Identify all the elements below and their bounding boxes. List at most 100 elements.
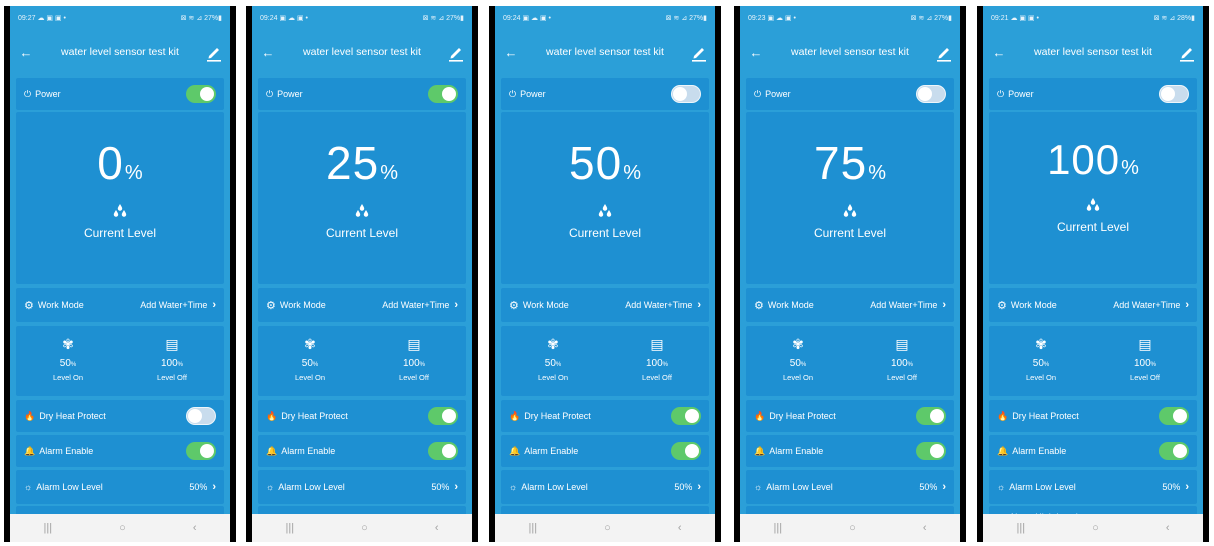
tank-icon: ▤ xyxy=(895,336,909,352)
level-on-setting[interactable]: ✾ 50% Level On xyxy=(746,326,850,396)
app-screen: 09:24 ▣ ☁ ▣ • ⊠ ≋ ⊿ 27%▮ ← water level s… xyxy=(252,6,472,542)
status-indicators: ⊠ ≋ ⊿ 27%▮ xyxy=(910,15,952,22)
dry-heat-toggle[interactable] xyxy=(671,407,701,425)
home-button[interactable]: ○ xyxy=(119,522,126,534)
home-button[interactable]: ○ xyxy=(604,522,611,534)
level-off-label: Level Off xyxy=(642,373,672,382)
chevron-right-icon: › xyxy=(942,481,946,493)
level-on-setting[interactable]: ✾ 50% Level On xyxy=(501,326,605,396)
toggle-knob xyxy=(200,87,214,101)
alarm-low-row[interactable]: ☼ Alarm Low Level 50% › xyxy=(16,470,224,504)
edit-pencil-icon[interactable] xyxy=(936,42,952,62)
level-value: 100 xyxy=(1047,136,1121,183)
status-indicators: ⊠ ≋ ⊿ 27%▮ xyxy=(180,15,222,22)
power-toggle[interactable] xyxy=(1159,85,1189,103)
back-arrow-icon[interactable]: ← xyxy=(991,45,1007,60)
system-back-button[interactable]: ‹ xyxy=(193,522,197,534)
gear-icon: ⚙ xyxy=(266,299,276,312)
dry-heat-toggle[interactable] xyxy=(1159,407,1189,425)
system-back-button[interactable]: ‹ xyxy=(1166,522,1170,534)
toggle-knob xyxy=(685,444,699,458)
level-off-label: Level Off xyxy=(1130,373,1160,382)
chevron-right-icon: › xyxy=(1185,299,1189,311)
home-button[interactable]: ○ xyxy=(849,522,856,534)
system-nav-bar: ||| ○ ‹ xyxy=(10,514,230,542)
back-arrow-icon[interactable]: ← xyxy=(18,45,34,60)
power-row: ⏻ Power xyxy=(258,78,466,110)
system-back-button[interactable]: ‹ xyxy=(435,522,439,534)
power-label: Power xyxy=(1008,89,1034,99)
dry-heat-row: 🔥 Dry Heat Protect xyxy=(16,400,224,432)
level-off-setting[interactable]: ▤ 100% Level Off xyxy=(362,326,466,396)
page-title: water level sensor test kit xyxy=(61,46,179,58)
work-mode-row[interactable]: ⚙ Work Mode Add Water+Time › xyxy=(16,288,224,322)
recents-button[interactable]: ||| xyxy=(774,522,783,534)
alarm-enable-toggle[interactable] xyxy=(428,442,458,460)
alarm-low-row[interactable]: ☼ Alarm Low Level 50% › xyxy=(746,470,954,504)
alarm-enable-toggle[interactable] xyxy=(671,442,701,460)
chevron-right-icon: › xyxy=(212,481,216,493)
system-back-button[interactable]: ‹ xyxy=(678,522,682,534)
edit-pencil-icon[interactable] xyxy=(448,42,464,62)
edit-pencil-icon[interactable] xyxy=(206,42,222,62)
level-on-setting[interactable]: ✾ 50% Level On xyxy=(16,326,120,396)
dry-heat-toggle[interactable] xyxy=(428,407,458,425)
home-button[interactable]: ○ xyxy=(1092,522,1099,534)
level-off-setting[interactable]: ▤ 100% Level Off xyxy=(120,326,224,396)
edit-pencil-icon[interactable] xyxy=(1179,42,1195,62)
level-unit: % xyxy=(868,162,886,184)
alarm-enable-toggle[interactable] xyxy=(916,442,946,460)
back-arrow-icon[interactable]: ← xyxy=(260,45,276,60)
toggle-knob xyxy=(188,408,202,423)
work-mode-row[interactable]: ⚙ Work Mode Add Water+Time › xyxy=(989,288,1197,322)
water-drops-icon xyxy=(113,204,127,217)
recents-button[interactable]: ||| xyxy=(286,522,295,534)
recents-button[interactable]: ||| xyxy=(529,522,538,534)
alarm-low-row[interactable]: ☼ Alarm Low Level 50% › xyxy=(989,470,1197,504)
level-on-unit: % xyxy=(312,362,319,368)
back-arrow-icon[interactable]: ← xyxy=(503,45,519,60)
recents-button[interactable]: ||| xyxy=(1017,522,1026,534)
work-mode-row[interactable]: ⚙ Work Mode Add Water+Time › xyxy=(746,288,954,322)
dry-heat-label: Dry Heat Protect xyxy=(769,411,836,421)
level-off-setting[interactable]: ▤ 100% Level Off xyxy=(1093,326,1197,396)
alarm-low-value: 50% xyxy=(431,482,450,492)
gear-icon: ⚙ xyxy=(24,299,34,312)
level-settings-card: ✾ 50% Level On ▤ 100% Level Off xyxy=(746,326,954,396)
dry-heat-toggle[interactable] xyxy=(186,407,216,425)
edit-pencil-icon[interactable] xyxy=(691,42,707,62)
home-button[interactable]: ○ xyxy=(361,522,368,534)
level-off-unit: % xyxy=(1150,362,1157,368)
level-off-setting[interactable]: ▤ 100% Level Off xyxy=(605,326,709,396)
dry-heat-toggle[interactable] xyxy=(916,407,946,425)
app-screen: 09:21 ☁ ▣ ▣ • ⊠ ≋ ⊿ 28%▮ ← water level s… xyxy=(983,6,1203,542)
alarm-enable-toggle[interactable] xyxy=(1159,442,1189,460)
level-on-setting[interactable]: ✾ 50% Level On xyxy=(258,326,362,396)
flame-icon: 🔥 xyxy=(509,410,521,421)
level-caption: Current Level xyxy=(83,226,157,240)
alarm-low-row[interactable]: ☼ Alarm Low Level 50% › xyxy=(501,470,709,504)
back-arrow-icon[interactable]: ← xyxy=(748,45,764,60)
alarm-low-row[interactable]: ☼ Alarm Low Level 50% › xyxy=(258,470,466,504)
level-settings-card: ✾ 50% Level On ▤ 100% Level Off xyxy=(258,326,466,396)
level-on-unit: % xyxy=(800,362,807,368)
alarm-enable-label: Alarm Enable xyxy=(524,446,579,456)
work-mode-row[interactable]: ⚙ Work Mode Add Water+Time › xyxy=(258,288,466,322)
level-on-label: Level On xyxy=(537,373,569,382)
recents-button[interactable]: ||| xyxy=(44,522,53,534)
status-time: 09:21 ☁ ▣ ▣ • xyxy=(991,15,1039,22)
power-toggle[interactable] xyxy=(916,85,946,103)
level-on-setting[interactable]: ✾ 50% Level On xyxy=(989,326,1093,396)
alarm-enable-row: 🔔 Alarm Enable xyxy=(746,435,954,467)
power-toggle[interactable] xyxy=(671,85,701,103)
alarm-enable-toggle[interactable] xyxy=(186,442,216,460)
dry-heat-row: 🔥 Dry Heat Protect xyxy=(746,400,954,432)
flame-icon: 🔥 xyxy=(266,410,278,421)
system-back-button[interactable]: ‹ xyxy=(923,522,927,534)
page-title: water level sensor test kit xyxy=(1034,46,1152,58)
work-mode-row[interactable]: ⚙ Work Mode Add Water+Time › xyxy=(501,288,709,322)
power-toggle[interactable] xyxy=(186,85,216,103)
level-off-setting[interactable]: ▤ 100% Level Off xyxy=(850,326,954,396)
power-toggle[interactable] xyxy=(428,85,458,103)
work-mode-value: Add Water+Time xyxy=(140,300,208,310)
